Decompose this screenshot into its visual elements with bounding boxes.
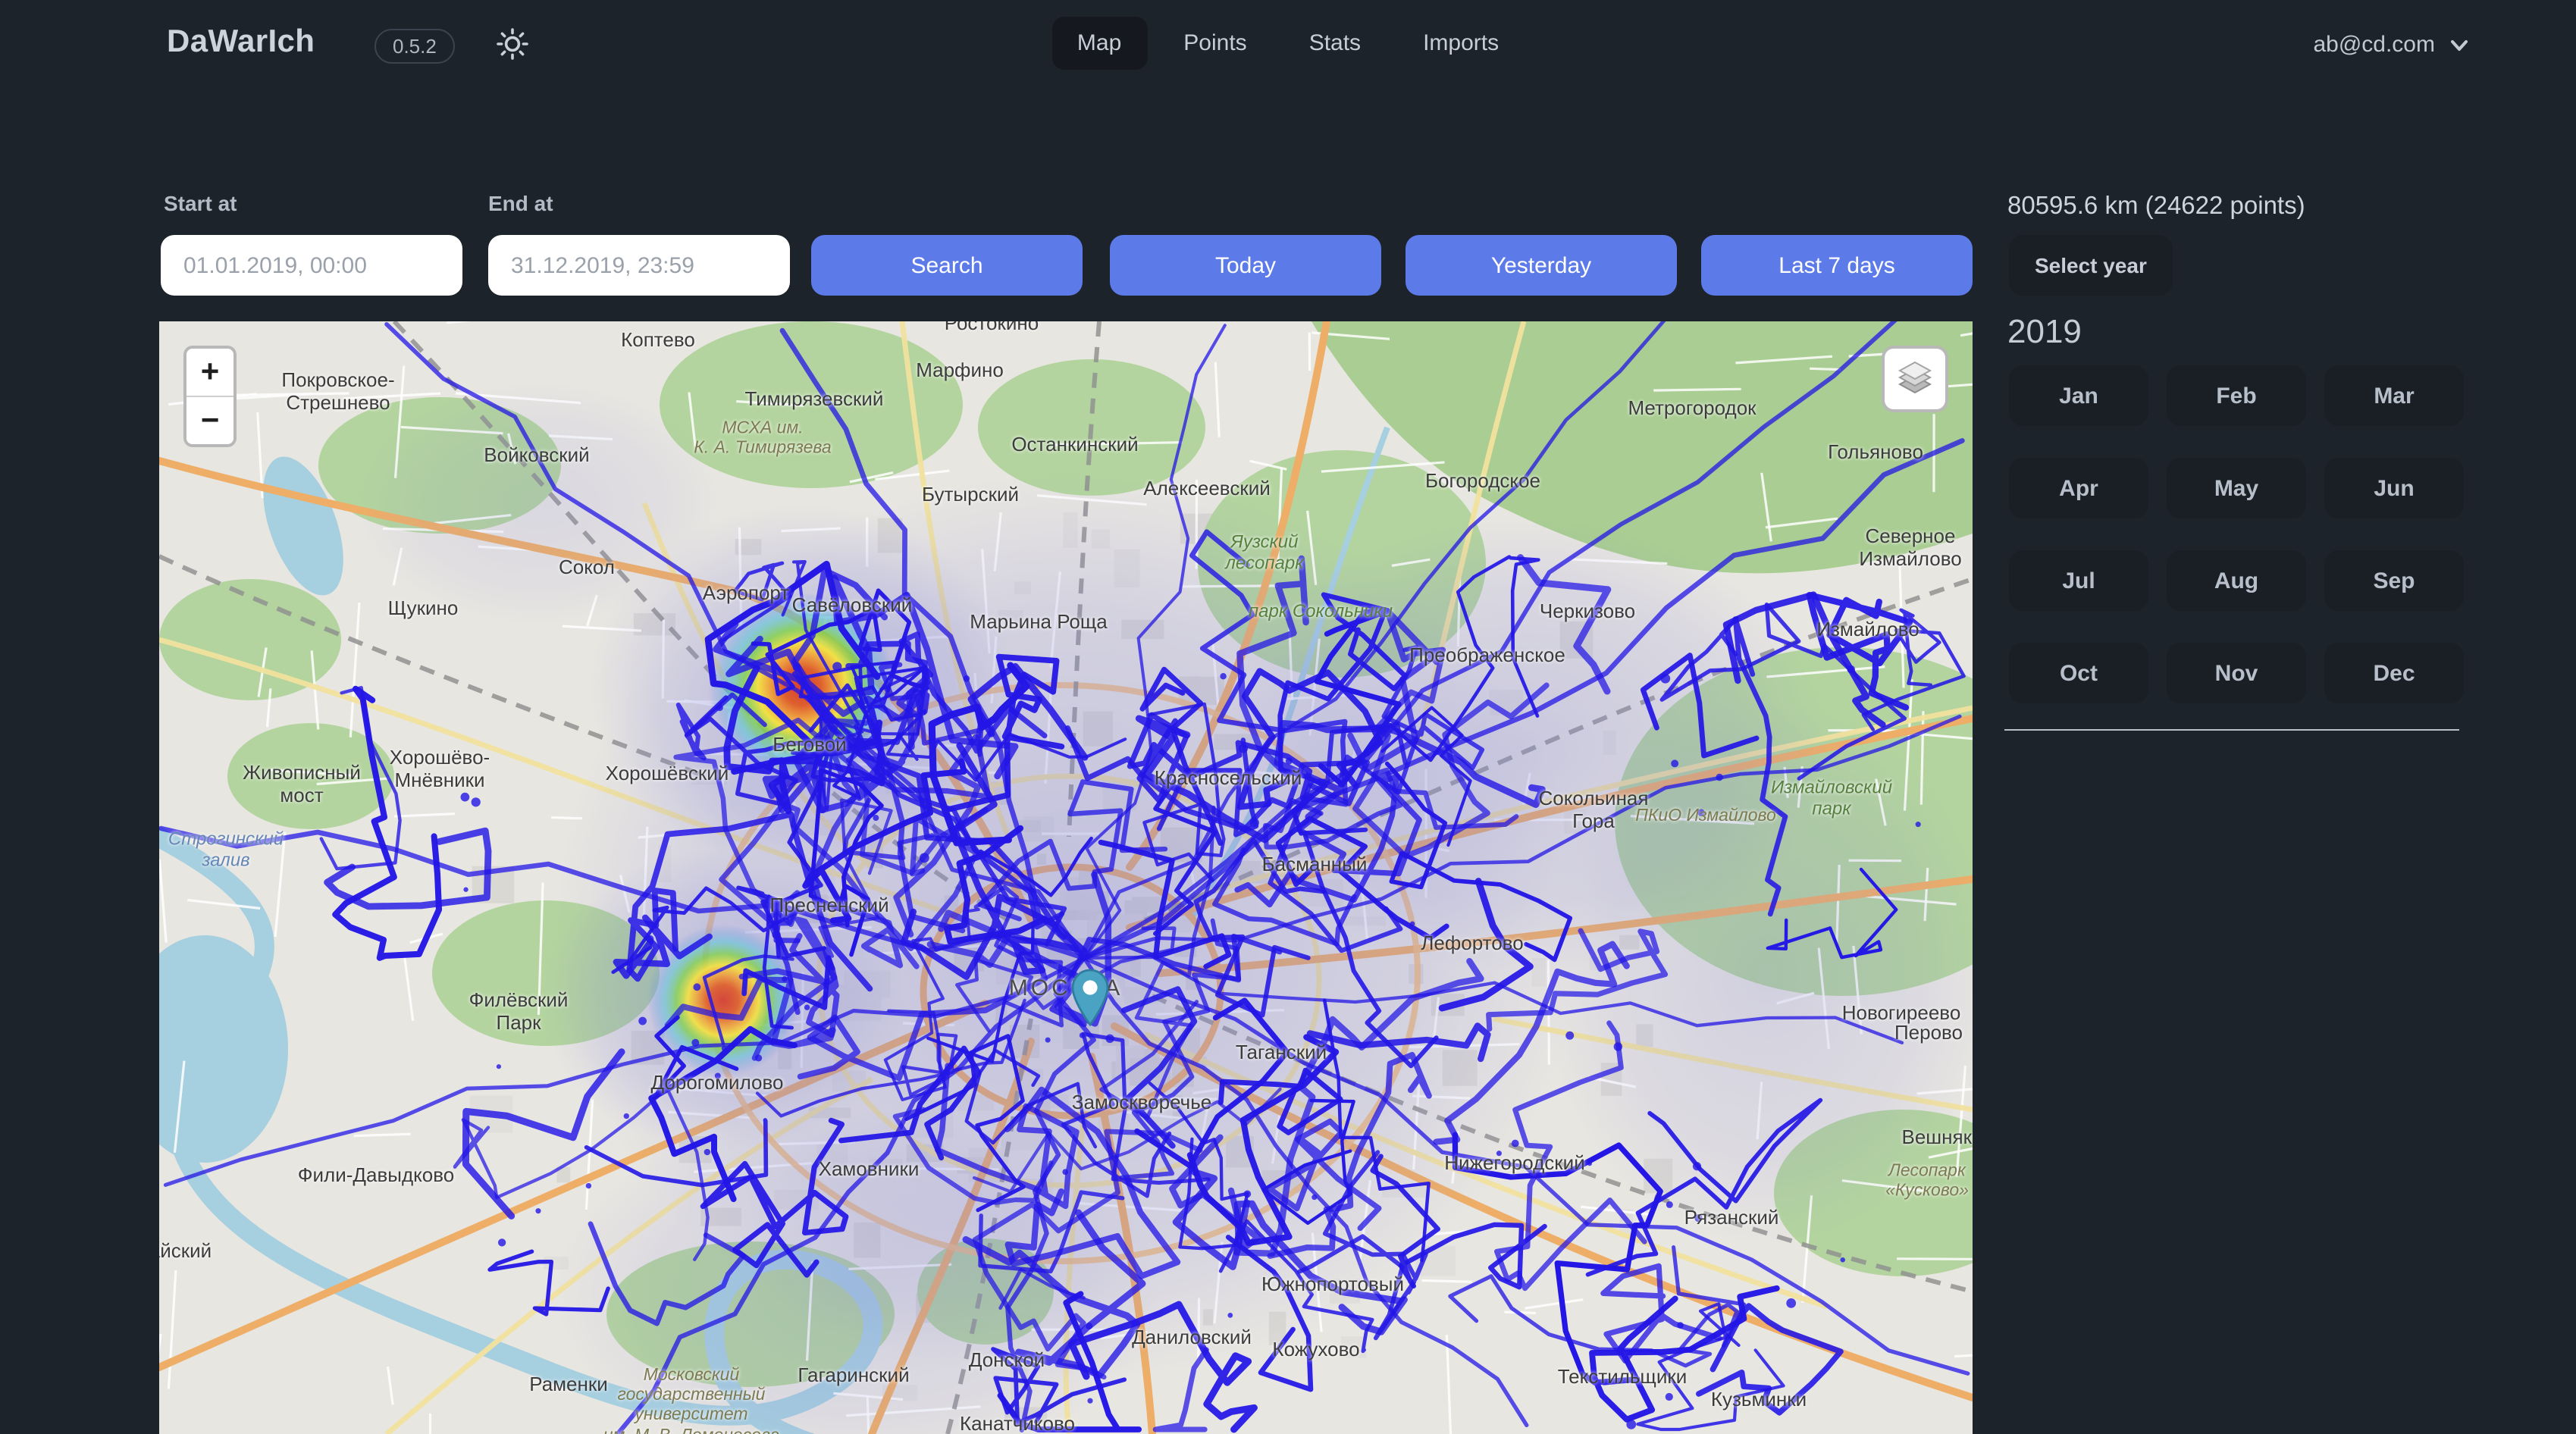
- theme-toggle-button[interactable]: [496, 27, 529, 61]
- user-menu[interactable]: ab@cd.com: [2313, 32, 2470, 58]
- month-button-aug[interactable]: Aug: [2167, 550, 2306, 611]
- zoom-control: + −: [183, 346, 237, 447]
- chevron-down-icon: [2449, 34, 2470, 55]
- map-tiles: [159, 321, 1973, 1434]
- main-nav: MapPointsStatsImports: [1051, 17, 1525, 70]
- version-badge: 0.5.2: [374, 29, 455, 64]
- tab-map[interactable]: Map: [1051, 17, 1147, 70]
- layers-icon: [1894, 358, 1936, 400]
- start-date-input[interactable]: [161, 235, 462, 296]
- start-at-label: Start at: [164, 191, 237, 215]
- map-canvas[interactable]: КоптевоПокровское- СтрешневоМарфиноТимир…: [159, 321, 1973, 1434]
- month-button-jul[interactable]: Jul: [2009, 550, 2148, 611]
- layers-control[interactable]: [1882, 346, 1948, 412]
- month-button-sep[interactable]: Sep: [2324, 550, 2464, 611]
- app-window: DaWarIch 0.5.2 MapPointsStatsImports ab@…: [0, 0, 2576, 1434]
- month-grid: Jan Feb Mar Apr May Jun Jul Aug Sep Oct Nov Dec: [2009, 365, 2464, 703]
- app-logo[interactable]: DaWarIch: [167, 24, 315, 61]
- month-button-oct[interactable]: Oct: [2009, 643, 2148, 703]
- select-year-button[interactable]: Select year: [2009, 235, 2173, 296]
- zoom-in-button[interactable]: +: [186, 349, 233, 396]
- user-email: ab@cd.com: [2313, 32, 2435, 58]
- zoom-out-button[interactable]: −: [186, 396, 233, 444]
- month-button-nov[interactable]: Nov: [2167, 643, 2306, 703]
- month-button-mar[interactable]: Mar: [2324, 365, 2464, 426]
- month-button-jun[interactable]: Jun: [2324, 458, 2464, 518]
- tab-stats[interactable]: Stats: [1283, 17, 1387, 70]
- tab-points[interactable]: Points: [1158, 17, 1272, 70]
- month-button-feb[interactable]: Feb: [2167, 365, 2306, 426]
- sun-icon: [496, 27, 529, 61]
- month-button-apr[interactable]: Apr: [2009, 458, 2148, 518]
- yesterday-button[interactable]: Yesterday: [1406, 235, 1677, 296]
- month-button-dec[interactable]: Dec: [2324, 643, 2464, 703]
- month-button-jan[interactable]: Jan: [2009, 365, 2148, 426]
- distance-points-summary: 80595.6 km (24622 points): [2007, 193, 2305, 221]
- month-button-may[interactable]: May: [2167, 458, 2306, 518]
- search-button[interactable]: Search: [811, 235, 1083, 296]
- location-marker[interactable]: [1071, 969, 1109, 1034]
- tab-imports[interactable]: Imports: [1397, 17, 1525, 70]
- sidebar-divider: [2004, 729, 2459, 731]
- last-7-days-button[interactable]: Last 7 days: [1701, 235, 1973, 296]
- map-pin-icon: [1071, 969, 1109, 1026]
- end-at-label: End at: [488, 191, 553, 215]
- end-date-input[interactable]: [488, 235, 790, 296]
- today-button[interactable]: Today: [1110, 235, 1381, 296]
- year-heading: 2019: [2007, 312, 2082, 352]
